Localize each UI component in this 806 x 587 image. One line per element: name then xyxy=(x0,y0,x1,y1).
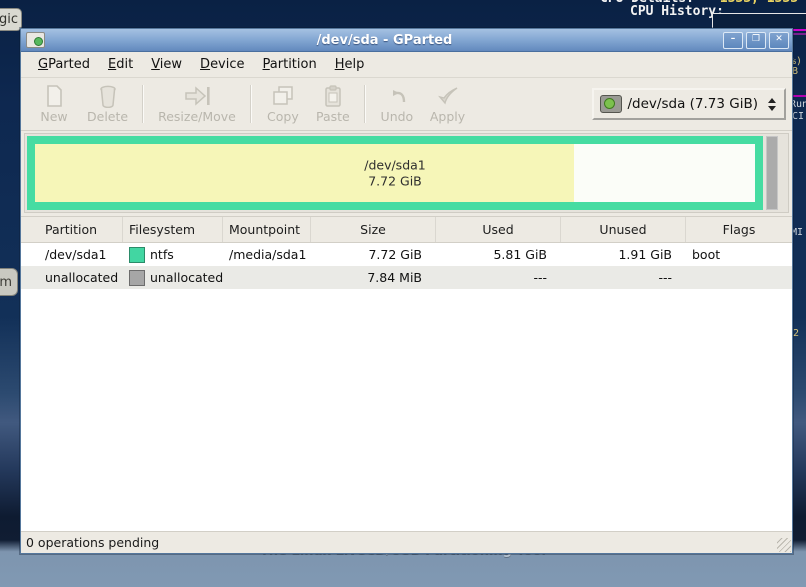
device-selector[interactable]: /dev/sda (7.73 GiB) xyxy=(592,88,787,120)
menu-view[interactable]: View xyxy=(142,54,191,75)
resize-move-button[interactable]: Resize/Move xyxy=(150,82,244,126)
undo-button[interactable]: Undo xyxy=(372,82,422,126)
partition-visual-label: /dev/sda1 7.72 GiB xyxy=(27,157,763,188)
table-row-unallocated[interactable]: unallocated unallocated 7.84 MiB --- --- xyxy=(21,266,792,289)
magenta-line xyxy=(791,29,806,31)
resize-grip[interactable] xyxy=(777,538,791,552)
gparted-app-icon xyxy=(26,32,45,48)
copy-button[interactable]: Copy xyxy=(258,82,308,126)
col-size[interactable]: Size xyxy=(311,217,436,242)
unallocated-visual[interactable] xyxy=(766,136,778,210)
delete-button[interactable]: Delete xyxy=(79,82,136,126)
harddisk-icon xyxy=(600,95,622,113)
new-partition-icon xyxy=(42,84,66,109)
col-flags[interactable]: Flags xyxy=(686,217,792,242)
menu-edit[interactable]: Edit xyxy=(99,54,142,75)
maximize-button[interactable]: ❐ xyxy=(746,32,766,49)
apply-check-icon xyxy=(436,84,460,109)
partition-visual-panel: /dev/sda1 7.72 GiB xyxy=(24,133,789,213)
table-header: Partition Filesystem Mountpoint Size Use… xyxy=(21,217,792,243)
col-mountpoint[interactable]: Mountpoint xyxy=(223,217,311,242)
desk-fragment: 2 xyxy=(793,328,799,339)
unallocated-color-swatch xyxy=(129,270,145,286)
minimize-button[interactable]: – xyxy=(723,32,743,49)
paste-button[interactable]: Paste xyxy=(308,82,358,126)
desk-fragment: CI xyxy=(792,111,804,122)
col-unused[interactable]: Unused xyxy=(561,217,686,242)
desktop: CPU Details: 1333, 1333 CPU History: gic… xyxy=(0,0,806,587)
toolbar: New Delete Resize/Move Copy Paste xyxy=(21,78,792,131)
table-row-sda1[interactable]: /dev/sda1 ntfs /media/sda1 7.72 GiB 5.81… xyxy=(21,243,792,266)
toolbar-separator xyxy=(250,85,252,123)
menu-partition[interactable]: Partition xyxy=(254,54,326,75)
toolbar-separator xyxy=(364,85,366,123)
resize-move-icon xyxy=(183,84,211,109)
background-window-tab[interactable]: gic xyxy=(0,8,22,31)
col-used[interactable]: Used xyxy=(436,217,561,242)
partition-table: Partition Filesystem Mountpoint Size Use… xyxy=(21,216,792,531)
operations-pending-text: 0 operations pending xyxy=(26,535,159,550)
statusbar: 0 operations pending xyxy=(21,531,792,553)
background-window-tab-2[interactable]: m xyxy=(0,268,18,296)
paste-icon xyxy=(321,84,345,109)
menu-device[interactable]: Device xyxy=(191,54,253,75)
gparted-window: /dev/sda - GParted – ❐ ✕ GParted Edit Vi… xyxy=(20,28,793,554)
toolbar-separator xyxy=(142,85,144,123)
window-title: /dev/sda - GParted xyxy=(49,33,720,48)
apply-button[interactable]: Apply xyxy=(422,82,473,126)
titlebar[interactable]: /dev/sda - GParted – ❐ ✕ xyxy=(21,29,792,52)
trash-icon xyxy=(96,84,120,109)
undo-icon xyxy=(385,84,409,109)
ntfs-color-swatch xyxy=(129,247,145,263)
menu-gparted[interactable]: GParted xyxy=(29,54,99,75)
col-partition[interactable]: Partition xyxy=(21,217,123,242)
magenta-line-2 xyxy=(791,95,806,97)
close-button[interactable]: ✕ xyxy=(769,32,789,49)
menubar: GParted Edit View Device Partition Help xyxy=(21,52,792,78)
partition-sda1-visual[interactable]: /dev/sda1 7.72 GiB xyxy=(27,136,763,210)
purple-line xyxy=(791,33,806,35)
menu-help[interactable]: Help xyxy=(326,54,374,75)
spinner-arrows-icon xyxy=(768,98,776,111)
new-button[interactable]: New xyxy=(29,82,79,126)
col-filesystem[interactable]: Filesystem xyxy=(123,217,223,242)
cpu-history-label: CPU History: xyxy=(630,4,724,19)
copy-icon xyxy=(271,84,295,109)
